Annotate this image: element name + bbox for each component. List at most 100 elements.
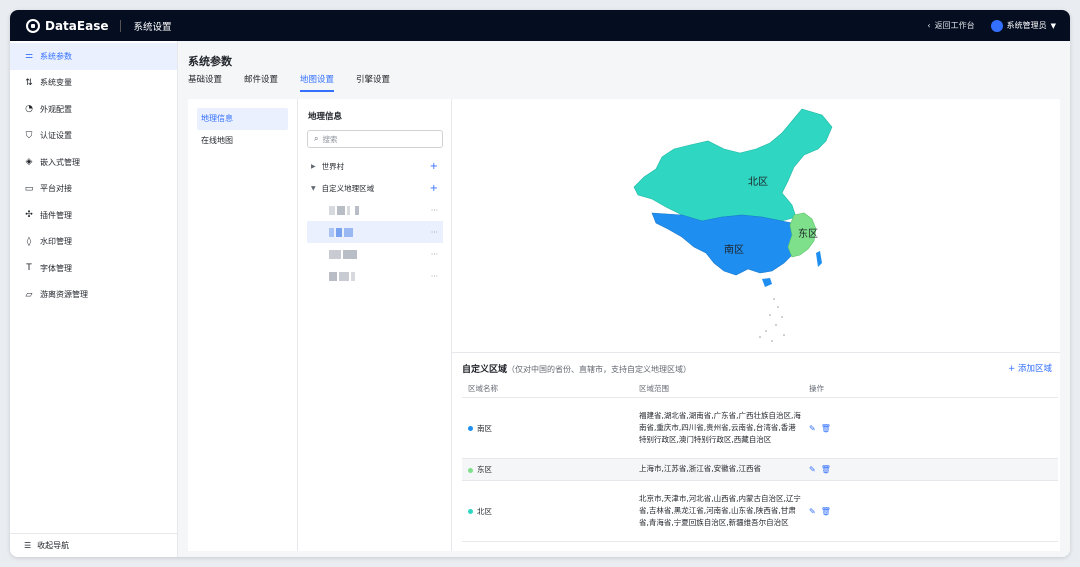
map-preview: 北区 南区 东区 bbox=[452, 99, 1060, 353]
map-south-sea-islands bbox=[759, 298, 785, 342]
tree-leaf[interactable]: ··· bbox=[307, 199, 443, 221]
blurred-label bbox=[329, 227, 355, 237]
sidebar-item-fonts[interactable]: T 字体管理 bbox=[10, 255, 177, 282]
tree-leaf[interactable]: ··· bbox=[307, 243, 443, 265]
table-row: 北区 北京市,天津市,河北省,山西省,内蒙古自治区,辽宁省,吉林省,黑龙江省,河… bbox=[462, 481, 1058, 542]
blurred-label bbox=[329, 205, 361, 215]
tree-leaf[interactable]: ··· bbox=[307, 265, 443, 287]
app-name: DataEase bbox=[45, 18, 109, 33]
sidebar-item-embedded[interactable]: ◈ 嵌入式管理 bbox=[10, 149, 177, 176]
sidebar-item-plugins[interactable]: ✣ 插件管理 bbox=[10, 202, 177, 229]
variable-icon: ⇅ bbox=[25, 77, 33, 88]
plugin-icon: ✣ bbox=[25, 210, 33, 221]
region-color-dot bbox=[468, 509, 473, 514]
region-name: 东区 bbox=[477, 465, 492, 474]
region-range-cell: 上海市,江苏省,浙江省,安徽省,江西省 bbox=[639, 464, 762, 474]
sidebar-item-watermark[interactable]: ◊ 水印管理 bbox=[10, 229, 177, 256]
map-island-taiwan bbox=[816, 251, 822, 267]
font-icon: T bbox=[26, 263, 32, 274]
region-actions-cell: ✎ 🗑 bbox=[803, 465, 903, 474]
caret-down-icon: ▼ bbox=[311, 184, 316, 192]
map-label-east: 东区 bbox=[798, 227, 818, 240]
region-color-dot bbox=[468, 426, 473, 431]
map-preview-panel: 北区 南区 东区 自定义区域（仅对中国的省份、直辖市，支持自定义地理区域） + … bbox=[452, 99, 1060, 551]
add-region-button[interactable]: + 添加区域 bbox=[1008, 362, 1052, 374]
region-table: 区域名称 区域范围 操作 南区 福建省,湖北省,湖南省,广东省,广西壮族自治区,… bbox=[462, 379, 1058, 542]
more-icon[interactable]: ··· bbox=[431, 250, 438, 259]
sidebar-item-system-params[interactable]: ⚌ 系统参数 bbox=[10, 43, 177, 70]
map-label-north: 北区 bbox=[748, 176, 768, 188]
tab-basic[interactable]: 基础设置 bbox=[188, 73, 222, 92]
region-name: 南区 bbox=[477, 423, 492, 433]
sub-nav-online-map[interactable]: 在线地图 bbox=[197, 130, 288, 152]
col-header-name: 区域名称 bbox=[468, 383, 498, 393]
top-bar: DataEase 系统设置 ‹ 返回工作台 系统管理员 ▼ bbox=[10, 10, 1070, 41]
search-placeholder: 搜索 bbox=[322, 134, 338, 144]
add-child-icon[interactable]: + bbox=[430, 161, 438, 172]
sidebar-item-label: 嵌入式管理 bbox=[40, 157, 80, 167]
edit-icon[interactable]: ✎ bbox=[809, 465, 816, 474]
tree-leaf[interactable]: ··· bbox=[307, 221, 443, 243]
avatar bbox=[990, 19, 1003, 32]
tree-node-label: 世界村 bbox=[321, 161, 345, 171]
blurred-label bbox=[329, 249, 359, 259]
top-divider bbox=[120, 19, 122, 32]
region-range-cell: 福建省,湖北省,湖南省,广东省,广西壮族自治区,海南省,重庆市,四川省,贵州省,… bbox=[639, 410, 801, 445]
map-label-south: 南区 bbox=[724, 243, 744, 256]
top-right: ‹ 返回工作台 系统管理员 ▼ bbox=[927, 19, 1056, 32]
add-child-icon[interactable]: + bbox=[430, 183, 438, 194]
sidebar-item-system-variables[interactable]: ⇅ 系统变量 bbox=[10, 70, 177, 97]
custom-region-header: 自定义区域（仅对中国的省份、直辖市，支持自定义地理区域） bbox=[462, 362, 691, 375]
map-sub-nav: 地理信息 在线地图 bbox=[188, 99, 298, 551]
more-icon[interactable]: ··· bbox=[431, 228, 438, 237]
sub-nav-geo-info[interactable]: 地理信息 bbox=[197, 108, 288, 130]
delete-icon[interactable]: 🗑 bbox=[821, 424, 831, 433]
caret-right-icon: ▶ bbox=[311, 162, 316, 170]
col-header-actions: 操作 bbox=[809, 383, 824, 393]
tree-node-world[interactable]: ▶ 世界村 + bbox=[307, 155, 443, 177]
china-region-map[interactable]: 北区 南区 东区 bbox=[632, 103, 842, 353]
table-header: 区域名称 区域范围 操作 bbox=[462, 379, 1058, 398]
edit-icon[interactable]: ✎ bbox=[809, 424, 816, 433]
app-window: DataEase 系统设置 ‹ 返回工作台 系统管理员 ▼ ⚌ 系统参数 ⇅ 系… bbox=[10, 10, 1070, 557]
geo-tree-panel: 地理信息 ⌕ 搜索 ▶ 世界村 + ▼ 自定义地理区域 + ··· ··· ··… bbox=[298, 99, 452, 551]
edit-icon[interactable]: ✎ bbox=[809, 507, 816, 516]
region-name-cell: 南区 bbox=[462, 423, 633, 434]
back-to-workbench-link[interactable]: ‹ 返回工作台 bbox=[927, 20, 974, 31]
collapse-icon: ☰ bbox=[24, 541, 32, 550]
tab-map[interactable]: 地图设置 bbox=[300, 73, 335, 92]
sidebar-item-label: 水印管理 bbox=[40, 237, 72, 247]
tree-node-custom-region[interactable]: ▼ 自定义地理区域 + bbox=[307, 177, 443, 199]
delete-icon[interactable]: 🗑 bbox=[821, 507, 831, 516]
region-range-cell: 北京市,天津市,河北省,山西省,内蒙古自治区,辽宁省,吉林省,黑龙江省,河南省,… bbox=[639, 493, 801, 528]
app-logo[interactable]: DataEase bbox=[26, 18, 109, 33]
region-name-cell: 北区 bbox=[462, 506, 633, 517]
sidebar-item-label: 认证设置 bbox=[40, 131, 72, 141]
tab-email[interactable]: 邮件设置 bbox=[244, 73, 278, 92]
sidebar-item-label: 插件管理 bbox=[40, 210, 72, 220]
tab-engine[interactable]: 引擎设置 bbox=[356, 73, 390, 92]
user-menu[interactable]: 系统管理员 ▼ bbox=[990, 19, 1056, 32]
blurred-label bbox=[329, 271, 357, 281]
sidebar-item-appearance[interactable]: ◔ 外观配置 bbox=[10, 96, 177, 123]
monitor-icon: ▭ bbox=[24, 183, 34, 194]
collapse-nav-button[interactable]: ☰ 收起导航 bbox=[10, 533, 178, 557]
region-name: 北区 bbox=[477, 506, 492, 516]
layers-icon: ◈ bbox=[25, 157, 33, 168]
sidebar-item-platform[interactable]: ▭ 平台对接 bbox=[10, 176, 177, 203]
region-color-dot bbox=[468, 467, 473, 473]
sidebar-item-auth[interactable]: ⛉ 认证设置 bbox=[10, 123, 177, 150]
folder-icon: ▱ bbox=[25, 289, 33, 300]
main-area: 系统参数 基础设置 邮件设置 地图设置 引擎设置 地理信息 在线地图 地理信息 … bbox=[178, 41, 1070, 557]
shield-icon: ⛉ bbox=[25, 130, 33, 141]
tree-search-input[interactable]: ⌕ 搜索 bbox=[307, 130, 443, 148]
tree-title: 地理信息 bbox=[308, 112, 343, 122]
more-icon[interactable]: ··· bbox=[431, 206, 438, 215]
sidebar-item-label: 字体管理 bbox=[40, 263, 72, 273]
table-row: 东区 上海市,江苏省,浙江省,安徽省,江西省 ✎ 🗑 bbox=[462, 459, 1058, 481]
page-title: 系统参数 bbox=[188, 55, 232, 68]
delete-icon[interactable]: 🗑 bbox=[821, 465, 831, 474]
more-icon[interactable]: ··· bbox=[431, 272, 438, 281]
chevron-left-icon: ‹ bbox=[927, 21, 931, 30]
sidebar-item-orphan-resources[interactable]: ▱ 游离资源管理 bbox=[10, 282, 177, 309]
